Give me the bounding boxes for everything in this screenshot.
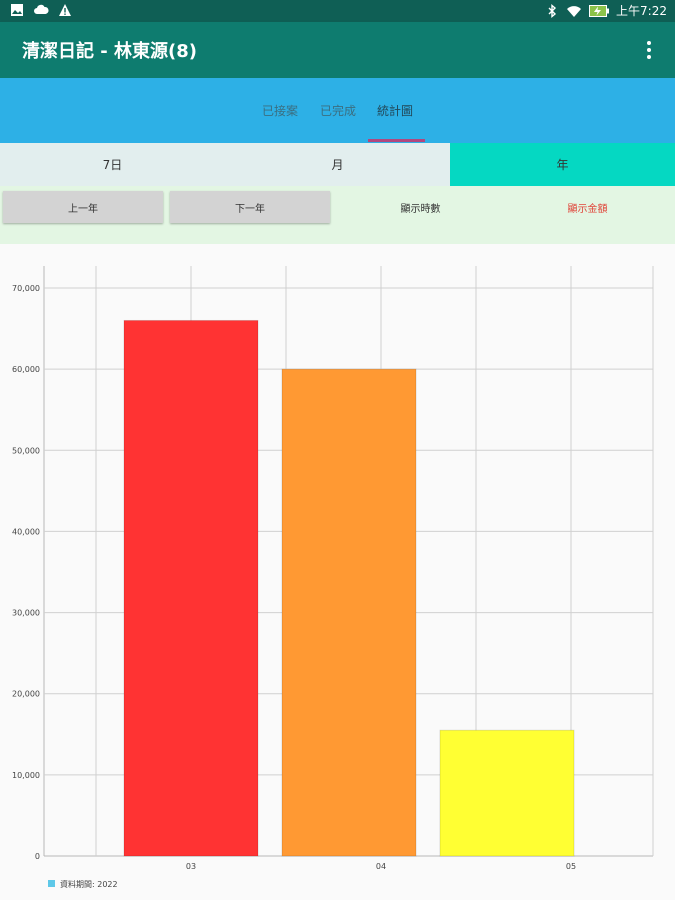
next-year-button[interactable]: 下一年 — [170, 191, 330, 223]
x-tick-label: 05 — [566, 862, 576, 871]
period-selector: 7日 月 年 — [0, 143, 675, 186]
segment-7-days[interactable]: 7日 — [0, 143, 225, 186]
app-title: 清潔日記 - 林東源(8) — [22, 41, 197, 62]
cloud-icon — [34, 4, 49, 14]
y-tick-label: 70,000 — [12, 284, 40, 293]
status-bar: 上午7:22 — [0, 0, 675, 22]
chart-area: 0 10,000 20,000 30,000 40,000 50,000 60,000 70,… — [0, 244, 675, 900]
y-tick-label: 20,000 — [12, 690, 40, 699]
status-time: 上午7:22 — [616, 4, 667, 18]
bar-04[interactable] — [281, 368, 417, 857]
y-tick-label: 50,000 — [12, 446, 40, 455]
y-tick-label: 0 — [35, 852, 40, 861]
button-row: 上一年 下一年 顯示時數 顯示金額 — [0, 186, 675, 244]
bar-05[interactable] — [439, 729, 575, 857]
tab-completed[interactable]: 已完成 — [320, 102, 356, 119]
y-tick-label: 30,000 — [12, 609, 40, 618]
wifi-icon — [567, 5, 582, 17]
legend-swatch — [48, 880, 55, 887]
tab-statistics[interactable]: 統計圖 — [377, 102, 413, 119]
bar-03[interactable] — [123, 319, 259, 857]
x-tick-label: 03 — [186, 862, 196, 871]
bar-chart: 0 10,000 20,000 30,000 40,000 50,000 60,000 70,… — [12, 266, 654, 889]
show-amount-button[interactable]: 顯示金額 — [505, 191, 670, 223]
tab-indicator — [368, 139, 425, 142]
battery-charging-icon — [589, 4, 610, 17]
show-count-button[interactable]: 顯示時數 — [338, 191, 503, 223]
y-tick-label: 10,000 — [12, 771, 40, 780]
y-tick-label: 40,000 — [12, 527, 40, 536]
bluetooth-icon — [548, 3, 557, 18]
tab-accepted[interactable]: 已接案 — [262, 102, 298, 119]
overflow-menu-icon[interactable] — [639, 39, 659, 61]
tab-bar: 已接案 已完成 統計圖 — [0, 78, 675, 143]
image-icon — [11, 4, 23, 16]
warning-icon — [59, 4, 71, 16]
segment-year[interactable]: 年 — [450, 143, 675, 186]
legend-label: 資料期間: 2022 — [60, 879, 118, 889]
x-tick-label: 04 — [376, 862, 386, 871]
segment-month[interactable]: 月 — [225, 143, 450, 186]
prev-year-button[interactable]: 上一年 — [3, 191, 163, 223]
y-tick-label: 60,000 — [12, 365, 40, 374]
app-bar: 清潔日記 - 林東源(8) — [0, 22, 675, 78]
